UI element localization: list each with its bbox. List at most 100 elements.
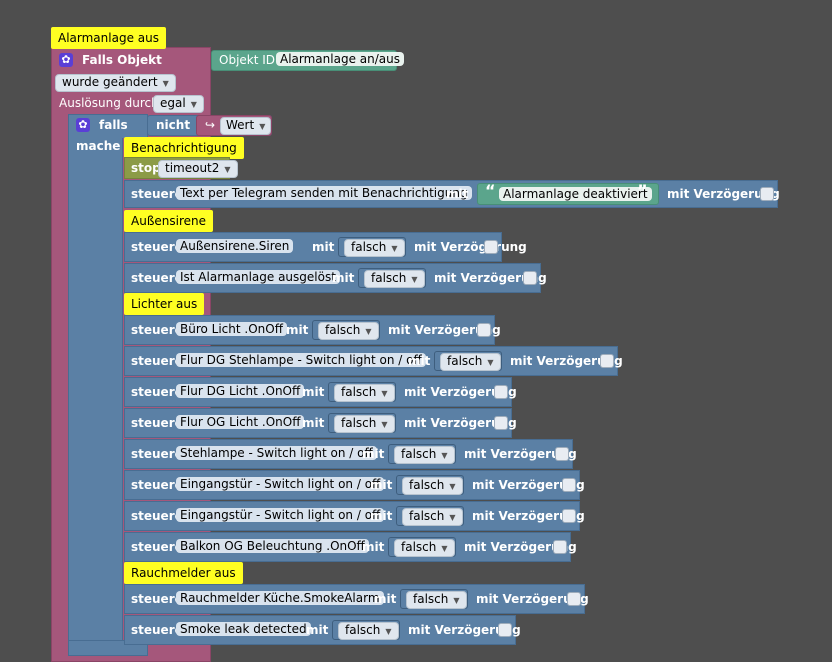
delay-checkbox[interactable] [484, 240, 498, 254]
delay-checkbox[interactable] [562, 509, 576, 523]
mit-label: mit [302, 416, 325, 430]
mache-label: mache [76, 139, 121, 153]
control-target-field[interactable]: Flur DG Licht .OnOff [176, 384, 305, 398]
control-target-field[interactable]: Stehlampe - Switch light on / off [176, 446, 377, 460]
steuere-label: steuere [131, 416, 183, 430]
comment-benachrichtigung[interactable]: Benachrichtigung [124, 137, 244, 159]
control-target-field[interactable]: Flur OG Licht .OnOff [176, 415, 305, 429]
value-dropdown[interactable]: falsch ▼ [394, 446, 455, 464]
trigger-value: wurde geändert [62, 75, 158, 89]
value-text: falsch [401, 540, 437, 554]
comment-lichter[interactable]: Lichter aus [124, 293, 205, 315]
mit-label: mit [302, 385, 325, 399]
value-dropdown[interactable]: falsch ▼ [364, 270, 425, 288]
timeout-value: timeout2 [165, 161, 220, 175]
objekt-id-label: Objekt ID [219, 53, 276, 67]
chevron-down-icon: ▼ [449, 482, 456, 491]
return-arrow-icon: ↪ [205, 118, 216, 132]
verzoegerung-label: mit Verzögerung [414, 240, 527, 254]
delay-checkbox[interactable] [494, 416, 508, 430]
mit-label: mit [408, 354, 431, 368]
delay-checkbox[interactable] [760, 187, 774, 201]
control-target-field[interactable]: Eingangstür - Switch light on / off [176, 508, 385, 522]
event-gear-icon[interactable]: ✿ [59, 52, 73, 67]
telegram-text-field[interactable]: Alarmanlage deaktiviert [499, 187, 652, 201]
telegram-target-field[interactable]: Text per Telegram senden mit Benachricht… [176, 186, 472, 200]
if-block-body[interactable] [68, 114, 123, 656]
if-gear-icon[interactable]: ✿ [76, 117, 90, 132]
value-text: falsch [341, 416, 377, 430]
value-text: falsch [413, 592, 449, 606]
comment-aussensirene[interactable]: Außensirene [124, 210, 213, 232]
mit-label: mit [362, 447, 385, 461]
falls-label: falls [99, 118, 128, 132]
value-text: falsch [409, 509, 445, 523]
value-dropdown[interactable]: falsch ▼ [402, 477, 463, 495]
chevron-down-icon: ▼ [441, 451, 448, 460]
value-dropdown[interactable]: falsch ▼ [334, 384, 395, 402]
control-target-field[interactable]: Büro Licht .OnOff [176, 322, 287, 336]
value-dropdown[interactable]: falsch ▼ [318, 322, 379, 340]
delay-checkbox[interactable] [553, 540, 567, 554]
mit-label: mit [446, 187, 469, 201]
value-dropdown[interactable]: falsch ▼ [338, 622, 399, 640]
chevron-down-icon: ▼ [190, 100, 197, 109]
falls-objekt-label: Falls Objekt [82, 53, 162, 67]
control-target-field[interactable]: Außensirene.Siren [176, 239, 294, 253]
chevron-down-icon: ▼ [381, 420, 388, 429]
wert-dropdown[interactable]: Wert ▼ [220, 117, 272, 135]
delay-checkbox[interactable] [494, 385, 508, 399]
delay-checkbox[interactable] [498, 623, 512, 637]
chevron-down-icon: ▼ [224, 165, 231, 174]
steuere-label: steuere [131, 385, 183, 399]
delay-checkbox[interactable] [555, 447, 569, 461]
value-text: falsch [345, 623, 381, 637]
mit-label: mit [370, 478, 393, 492]
quote-close-icon: ” [637, 181, 648, 200]
value-text: falsch [325, 323, 361, 337]
mit-label: mit [306, 623, 329, 637]
steuere-label: steuere [131, 509, 183, 523]
mit-label: mit [370, 509, 393, 523]
delay-checkbox[interactable] [567, 592, 581, 606]
ausloesung-value: egal [160, 96, 186, 110]
chevron-down-icon: ▼ [449, 513, 456, 522]
value-dropdown[interactable]: falsch ▼ [402, 508, 463, 526]
chevron-down-icon: ▼ [162, 79, 169, 88]
chevron-down-icon: ▼ [391, 244, 398, 253]
value-dropdown[interactable]: falsch ▼ [344, 239, 405, 257]
chevron-down-icon: ▼ [411, 275, 418, 284]
ausloesung-label: Auslösung durch [59, 96, 159, 110]
chevron-down-icon: ▼ [365, 327, 372, 336]
control-target-field[interactable]: Rauchmelder Küche.SmokeAlarm [176, 591, 384, 605]
chevron-down-icon: ▼ [381, 389, 388, 398]
comment-rauchmelder[interactable]: Rauchmelder aus [124, 562, 243, 584]
value-dropdown[interactable]: falsch ▼ [406, 591, 467, 609]
objekt-id-field[interactable]: Alarmanlage an/aus [276, 52, 404, 66]
control-target-field[interactable]: Balkon OG Beleuchtung .OnOff [176, 539, 369, 553]
mit-label: mit [312, 240, 335, 254]
chevron-down-icon: ▼ [441, 544, 448, 553]
delay-checkbox[interactable] [477, 323, 491, 337]
steuere-label: steuere [131, 323, 183, 337]
delay-checkbox[interactable] [562, 478, 576, 492]
value-dropdown[interactable]: falsch ▼ [394, 539, 455, 557]
event-comment[interactable]: Alarmanlage aus [51, 27, 166, 49]
delay-checkbox[interactable] [523, 271, 537, 285]
control-target-field[interactable]: Ist Alarmanlage ausgelöst [176, 270, 340, 284]
value-dropdown[interactable]: falsch ▼ [334, 415, 395, 433]
trigger-dropdown[interactable]: wurde geändert ▼ [55, 74, 176, 92]
value-dropdown[interactable]: falsch ▼ [440, 353, 501, 371]
steuere-label: steuere [131, 447, 183, 461]
control-target-field[interactable]: Smoke leak detected [176, 622, 311, 636]
ausloesung-dropdown[interactable]: egal ▼ [153, 95, 204, 113]
control-target-field[interactable]: Eingangstür - Switch light on / off [176, 477, 385, 491]
nicht-label: nicht [156, 118, 191, 132]
value-text: falsch [401, 447, 437, 461]
value-text: falsch [341, 385, 377, 399]
timeout-dropdown[interactable]: timeout2 ▼ [158, 160, 238, 178]
control-target-field[interactable]: Flur DG Stehlampe - Switch light on / of… [176, 353, 426, 367]
steuere-label: steuere [131, 478, 183, 492]
delay-checkbox[interactable] [600, 354, 614, 368]
value-text: falsch [409, 478, 445, 492]
